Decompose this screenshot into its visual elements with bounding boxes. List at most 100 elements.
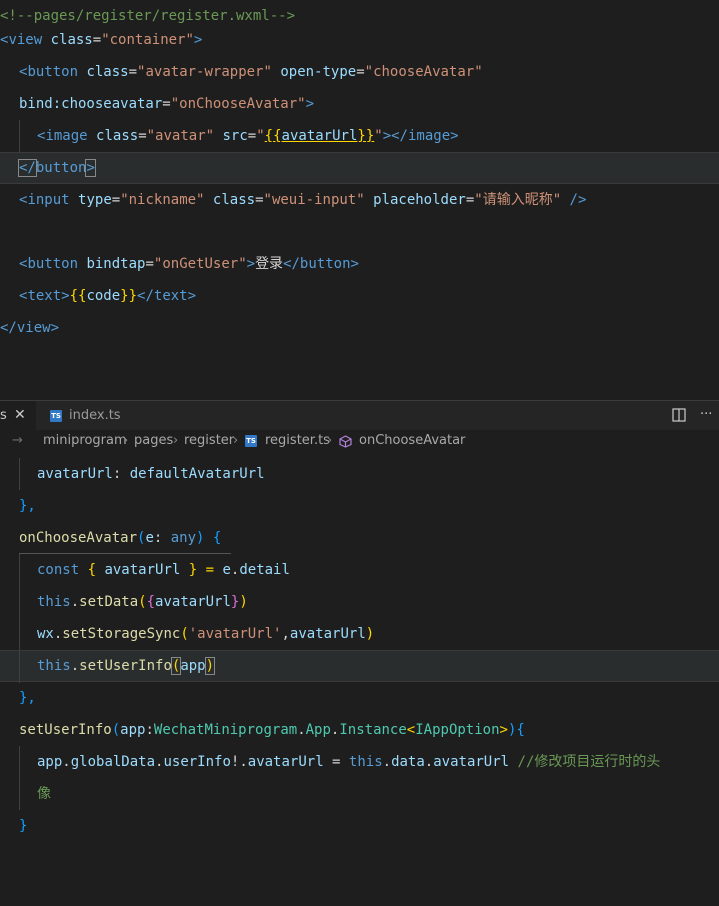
chevron-right-icon: › bbox=[123, 433, 129, 448]
code-line[interactable]: wx.setStorageSync('avatarUrl',avatarUrl) bbox=[0, 618, 719, 650]
tok: ( bbox=[111, 722, 121, 738]
code-line[interactable]: }, bbox=[0, 490, 719, 522]
tok: src bbox=[222, 128, 248, 144]
code-line-current[interactable]: this.setUserInfo(app) bbox=[0, 650, 719, 683]
tok: "container" bbox=[101, 32, 194, 48]
breadcrumb-item[interactable]: register.ts bbox=[265, 430, 330, 452]
tok: 'avatarUrl' bbox=[188, 626, 282, 642]
indent-guide bbox=[19, 618, 20, 650]
indent-guide bbox=[19, 651, 20, 683]
tok: this bbox=[37, 594, 71, 610]
tok: </ bbox=[137, 288, 154, 304]
tok: "请输入昵称" bbox=[474, 192, 562, 208]
code-line[interactable]: this.setData({avatarUrl}) bbox=[0, 586, 719, 618]
code-line-3[interactable]: <button class="avatar-wrapper" open-type… bbox=[0, 56, 719, 88]
tok: avatarUrl bbox=[247, 754, 324, 770]
tok: = bbox=[247, 128, 257, 144]
code-line[interactable]: } bbox=[0, 810, 719, 842]
tok bbox=[70, 192, 78, 208]
tab-label: index.ts bbox=[69, 408, 121, 423]
code-text: setUserInfo(app:WechatMiniprogram.App.In… bbox=[19, 714, 525, 746]
tok: placeholder bbox=[373, 192, 466, 208]
tok: code bbox=[86, 288, 121, 304]
tok: "avatar" bbox=[146, 128, 215, 144]
tok: avatarUrl bbox=[37, 466, 113, 482]
tok: type bbox=[78, 192, 112, 208]
tok bbox=[42, 32, 50, 48]
wxml-editor-pane[interactable]: <!--pages/register/register.wxml--> <vie… bbox=[0, 0, 719, 400]
tok: {{ bbox=[69, 288, 87, 304]
code-line[interactable]: setUserInfo(app:WechatMiniprogram.App.In… bbox=[0, 714, 719, 746]
tok: }} bbox=[120, 288, 138, 304]
code-line-4[interactable]: bind:chooseavatar="onChooseAvatar"> bbox=[0, 88, 719, 120]
code-line[interactable]: app.globalData.userInfo!.avatarUrl = thi… bbox=[0, 746, 719, 778]
code-line-5[interactable]: <image class="avatar" src="{{avatarUrl}}… bbox=[0, 120, 719, 152]
tab-index-ts[interactable]: TS index.ts bbox=[36, 401, 146, 431]
code-line-7[interactable]: <input type="nickname" class="weui-input… bbox=[0, 184, 719, 216]
tok: detail bbox=[239, 562, 290, 578]
close-icon[interactable]: ✕ bbox=[14, 401, 26, 430]
code-line-10[interactable]: <text>{{code}}</text> bbox=[0, 280, 719, 312]
button-open-tag-part2: bind:chooseavatar="onChooseAvatar"> bbox=[19, 88, 314, 120]
code-line[interactable]: onChooseAvatar(e: any) { bbox=[0, 522, 719, 554]
split-editor-icon[interactable] bbox=[672, 408, 686, 422]
breadcrumb: → miniprogram › pages › register › TS re… bbox=[0, 430, 719, 452]
tok: ) bbox=[239, 594, 248, 610]
tok: </ bbox=[18, 159, 37, 177]
tok: ></ bbox=[382, 128, 408, 144]
tok: app bbox=[37, 754, 63, 770]
tok bbox=[88, 128, 96, 144]
tok: //修改项目运行时的头 bbox=[517, 754, 661, 770]
tok: "avatar-wrapper" bbox=[137, 64, 272, 80]
tok: image bbox=[407, 128, 451, 144]
code-text: wx.setStorageSync('avatarUrl',avatarUrl) bbox=[37, 618, 374, 650]
tok bbox=[509, 754, 517, 770]
tok: : bbox=[112, 466, 130, 482]
tok: onChooseAvatar bbox=[19, 530, 138, 546]
tok: { bbox=[212, 530, 222, 546]
tab-register-ts[interactable]: s ✕ bbox=[0, 401, 36, 431]
tok: </ bbox=[283, 256, 300, 272]
tok: app bbox=[120, 722, 146, 738]
tok: > bbox=[193, 32, 203, 48]
code-line[interactable]: const { avatarUrl } = e.detail bbox=[0, 554, 719, 586]
more-actions-icon[interactable]: ··· bbox=[700, 401, 712, 429]
tok: this bbox=[348, 754, 383, 770]
tok: button bbox=[27, 64, 79, 80]
tok: { bbox=[516, 722, 525, 738]
code-text: this.setData({avatarUrl}) bbox=[37, 586, 248, 618]
tok: = bbox=[128, 64, 138, 80]
chevron-right-icon: › bbox=[327, 433, 333, 448]
tok: { bbox=[79, 562, 105, 578]
tok: any bbox=[170, 530, 197, 546]
tok bbox=[204, 192, 212, 208]
tok: > bbox=[187, 288, 197, 304]
tok: = bbox=[138, 128, 147, 144]
tab-label: s bbox=[0, 408, 7, 423]
breadcrumb-item[interactable]: onChooseAvatar bbox=[359, 430, 465, 452]
code-text: avatarUrl: defaultAvatarUrl bbox=[37, 458, 265, 490]
tok: " bbox=[374, 128, 383, 144]
tok: view bbox=[16, 320, 51, 336]
text-tag: <text>{{code}}</text> bbox=[19, 280, 196, 312]
button-close-tag: </button> bbox=[18, 152, 96, 184]
code-text: 像 bbox=[37, 786, 51, 802]
tok: }} bbox=[357, 128, 375, 144]
code-line[interactable]: avatarUrl: defaultAvatarUrl bbox=[0, 458, 719, 490]
tok: const bbox=[37, 562, 80, 578]
code-line[interactable]: }, bbox=[0, 682, 719, 714]
tok: = bbox=[465, 192, 475, 208]
breadcrumb-item[interactable]: miniprogram bbox=[43, 430, 127, 452]
tok: {{ bbox=[264, 128, 282, 144]
code-line-2[interactable]: <view class="container"> bbox=[0, 24, 719, 56]
tok: 登录 bbox=[255, 256, 284, 272]
code-line-6-current[interactable]: </button> bbox=[0, 152, 719, 184]
code-line-11[interactable]: </view> bbox=[0, 312, 719, 344]
tok: " bbox=[256, 128, 265, 144]
breadcrumb-item[interactable]: register bbox=[184, 430, 234, 452]
tok: , bbox=[281, 626, 290, 642]
chevron-right-icon: › bbox=[173, 433, 179, 448]
breadcrumb-item[interactable]: pages bbox=[134, 430, 173, 452]
code-line-9[interactable]: <button bindtap="onGetUser">登录</button> bbox=[0, 248, 719, 280]
code-line[interactable]: 像 bbox=[0, 778, 719, 810]
